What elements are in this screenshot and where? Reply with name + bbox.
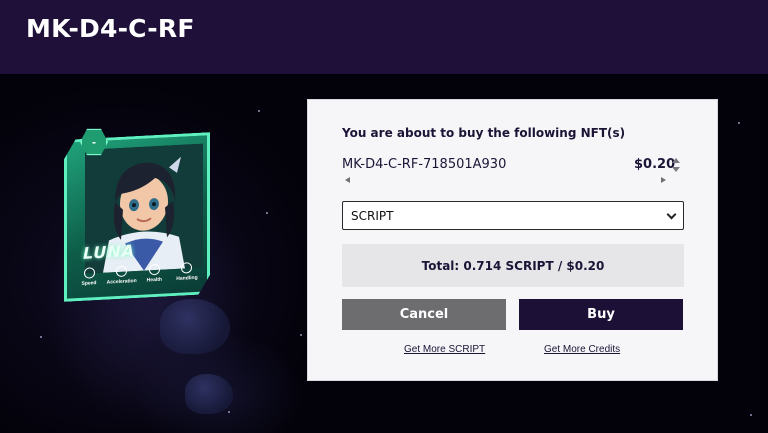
purchase-dialog: You are about to buy the following NFT(s… [307, 99, 718, 381]
chevron-down-icon [666, 209, 677, 219]
stat-handling: Handling [171, 262, 203, 292]
star [40, 336, 42, 338]
dialog-heading: You are about to buy the following NFT(s… [342, 126, 626, 140]
nft-character-card: LUNA Speed Acceleration Health Handling [64, 132, 210, 302]
asteroid [185, 374, 233, 414]
total-text: Total: 0.714 SCRIPT / $0.20 [421, 258, 605, 273]
star [738, 122, 740, 124]
shield-icon [149, 264, 160, 276]
stat-label: Speed [81, 280, 97, 287]
card-stats: Speed Acceleration Health Handling [71, 261, 205, 296]
star [750, 414, 752, 416]
page-title: MK-D4-C-RF [26, 14, 195, 43]
lightning-icon [84, 267, 95, 279]
badge-label: - [92, 135, 96, 149]
get-more-script-link[interactable]: Get More SCRIPT [404, 344, 485, 355]
star [300, 334, 302, 336]
currency-select[interactable]: SCRIPT [342, 201, 684, 230]
stat-label: Health [146, 276, 162, 284]
nft-identifier: MK-D4-C-RF-718501A930 [342, 157, 507, 172]
buy-button[interactable]: Buy [519, 299, 683, 330]
get-more-credits-link[interactable]: Get More Credits [544, 344, 620, 355]
spinner-up-icon[interactable] [672, 158, 680, 163]
asteroid [160, 299, 230, 354]
scroll-right-icon[interactable] [661, 177, 666, 183]
star [266, 212, 268, 214]
spinner-down-icon[interactable] [672, 167, 680, 172]
total-summary: Total: 0.714 SCRIPT / $0.20 [342, 244, 684, 287]
nft-price: $0.20 [634, 157, 676, 172]
stat-speed: Speed [73, 267, 105, 297]
character-name: LUNA [83, 241, 136, 263]
price-spinner[interactable] [672, 158, 682, 174]
star [228, 411, 230, 413]
stat-health: Health [138, 263, 170, 293]
speedometer-icon [116, 266, 127, 278]
star [258, 110, 260, 112]
stat-label: Handling [176, 274, 198, 282]
currency-selected-value: SCRIPT [351, 208, 394, 223]
stat-acceleration: Acceleration [106, 265, 138, 295]
scroll-left-icon[interactable] [345, 177, 350, 183]
cancel-button[interactable]: Cancel [342, 299, 506, 330]
steering-wheel-icon [181, 262, 192, 274]
stat-label: Acceleration [106, 278, 137, 286]
top-header: MK-D4-C-RF [0, 0, 768, 74]
